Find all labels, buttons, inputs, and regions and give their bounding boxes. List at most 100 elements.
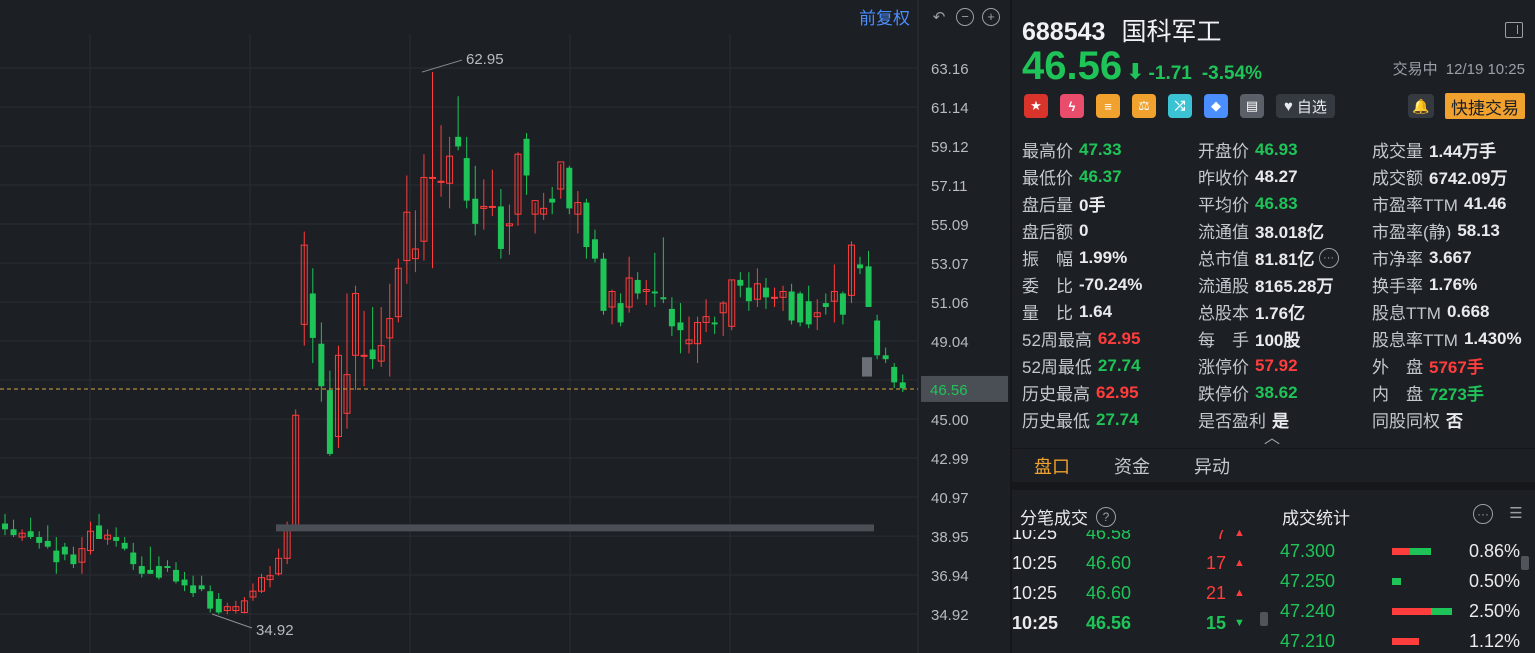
price-change: -1.71 xyxy=(1148,63,1192,84)
y-axis-label: 36.94 xyxy=(931,568,969,585)
tab-1[interactable]: 资金 xyxy=(1114,449,1150,482)
direction-icon: ▼ xyxy=(1234,617,1245,629)
zoom-in-icon[interactable]: + xyxy=(982,7,1000,26)
panel-collapse-icon[interactable] xyxy=(1505,22,1523,38)
stock-name: 国科军工 xyxy=(1121,18,1222,46)
stat-label: 每 手 xyxy=(1198,331,1249,350)
stat-value: 0.668 xyxy=(1446,301,1490,321)
stat-item: 流通股 8165.28万 xyxy=(1198,271,1372,298)
stat-item: 历史最低 27.74 xyxy=(1022,406,1198,433)
vol-stats-list[interactable]: 47.300 0.86% 47.250 0.50% 47.240 2.50% 47.210 1… xyxy=(1280,536,1526,653)
help-icon[interactable]: ? xyxy=(1096,506,1116,527)
ticks-title: 分笔成交 xyxy=(1020,509,1088,528)
tab-2[interactable]: 异动 xyxy=(1194,449,1230,482)
kline-chart[interactable]: 63.16 61.14 59.12 57.11 55.09 53.07 51.06 49.04… xyxy=(0,0,1008,653)
stock-code: 688543 xyxy=(1022,18,1106,46)
candle-body xyxy=(455,136,462,147)
candle-body xyxy=(173,569,179,582)
candle-body xyxy=(660,297,667,300)
database-icon[interactable]: ≡ xyxy=(1096,94,1120,118)
stat-item: 涨停价 57.92 xyxy=(1198,352,1372,379)
stat-value: 81.81亿 xyxy=(1255,250,1315,269)
tick-row: 10:25 46.56 15 ▼ xyxy=(1012,608,1252,638)
vol-stat-pct: 0.86% xyxy=(1468,540,1520,561)
stat-item: 历史最高 62.95 xyxy=(1022,379,1198,406)
add-watchlist-button[interactable]: ♥ 自选 xyxy=(1276,94,1335,118)
stat-value: -70.24% xyxy=(1079,274,1143,294)
candle-body xyxy=(138,566,145,574)
list-icon[interactable]: ☰ xyxy=(1507,504,1525,522)
tick-list[interactable]: 10:25 46.58 7 ▲ 10:25 46.60 17 ▲ 10:25 46.60 21 ▲ 10… xyxy=(1012,530,1272,653)
y-axis-label: 55.09 xyxy=(931,217,969,234)
candle-body xyxy=(745,287,752,302)
stat-label: 股息率TTM xyxy=(1372,331,1458,350)
stat-label: 总市值 xyxy=(1198,250,1249,269)
y-axis-label: 45.00 xyxy=(931,412,969,429)
candle-body xyxy=(70,554,77,565)
y-axis-label: 38.95 xyxy=(931,529,969,546)
vol-stat-price: 47.210 xyxy=(1280,630,1336,651)
ticks-header: 分笔成交 ? xyxy=(1020,504,1116,529)
stat-item: 市盈率TTM 41.46 xyxy=(1372,190,1532,217)
bell-icon[interactable]: 🔔 xyxy=(1408,94,1434,118)
candle-body xyxy=(617,303,624,323)
stat-label: 流通值 xyxy=(1198,223,1249,242)
stat-value: 62.95 xyxy=(1097,328,1141,348)
trading-status: 交易中 12/19 10:25 xyxy=(1389,58,1525,79)
china-flag-icon[interactable]: ★ xyxy=(1024,94,1048,118)
chart-toolbar: 前复权 ↶ − + xyxy=(859,4,1000,29)
document-icon[interactable]: ▤ xyxy=(1240,94,1264,118)
stock-header: 688543 国科军工 xyxy=(1022,12,1221,48)
stat-item: 是否盈利是 xyxy=(1198,406,1372,433)
price-row: 46.56 ⬇ -1.71 -3.54% xyxy=(1022,44,1262,89)
stat-label: 52周最高 xyxy=(1022,331,1092,350)
kline-chart-panel[interactable]: 63.16 61.14 59.12 57.11 55.09 53.07 51.06 49.04… xyxy=(0,0,1008,653)
more-icon[interactable]: ··· xyxy=(1473,504,1493,524)
shuffle-icon[interactable]: ⤮ xyxy=(1168,94,1192,118)
candle-body xyxy=(429,176,436,179)
vol-stat-row: 47.300 0.86% xyxy=(1280,536,1520,566)
candle-body xyxy=(369,349,376,360)
stat-label: 市净率 xyxy=(1372,250,1423,269)
y-axis-label: 40.97 xyxy=(931,490,969,507)
stat-item: 振 幅 1.99% xyxy=(1022,244,1198,271)
stat-label: 量 比 xyxy=(1022,304,1073,323)
stat-item: 成交额 6742.09万 xyxy=(1372,163,1532,190)
stat-item: 成交量 1.44万手 xyxy=(1372,136,1532,163)
candle-body xyxy=(10,529,17,536)
stat-item: 52周最高 62.95 xyxy=(1022,325,1198,352)
stat-label: 跌停价 xyxy=(1198,385,1249,404)
stat-item: 盘后额 0 xyxy=(1022,217,1198,244)
stat-value: 否 xyxy=(1446,412,1463,431)
stat-item: 外 盘 5767手 xyxy=(1372,352,1532,379)
tag-icon[interactable]: ◆ xyxy=(1204,94,1228,118)
undo-icon[interactable]: ↶ xyxy=(930,8,948,26)
ticks-scrollbar[interactable] xyxy=(1260,612,1268,626)
low-annotation: 34.92 xyxy=(256,622,294,639)
stat-item: 昨收价 48.27 xyxy=(1198,163,1372,190)
balance-icon[interactable]: ⚖ xyxy=(1132,94,1156,118)
more-icon[interactable]: ··· xyxy=(1318,247,1339,268)
lightning-icon[interactable]: ϟ xyxy=(1060,94,1084,118)
vol-stats-scrollbar[interactable] xyxy=(1521,556,1529,570)
quote-panel: 688543 国科军工 46.56 ⬇ -1.71 -3.54% 交易中 12/… xyxy=(1010,0,1535,653)
stat-value: 8165.28万 xyxy=(1255,277,1334,296)
y-axis-label: 59.12 xyxy=(931,139,969,156)
stat-label: 最高价 xyxy=(1022,142,1073,161)
zoom-out-icon[interactable]: − xyxy=(956,7,974,26)
candle-body xyxy=(865,266,872,307)
tick-time: 10:25 xyxy=(1012,530,1058,543)
quick-trade-button[interactable]: 快捷交易 xyxy=(1445,93,1525,119)
tick-volume: 21 xyxy=(1205,582,1226,603)
candle-body xyxy=(762,287,769,298)
tick-time: 10:25 xyxy=(1012,552,1058,573)
tab-0[interactable]: 盘口 xyxy=(1034,449,1070,482)
stat-item: 平均价 46.83 xyxy=(1198,190,1372,217)
chevron-up-icon[interactable]: ︿ xyxy=(1264,424,1280,448)
current-price-label: 46.56 xyxy=(930,382,968,399)
price-adjust-toggle[interactable]: 前复权 xyxy=(859,4,910,29)
stat-label: 同股同权 xyxy=(1372,412,1440,431)
stat-value: 1.430% xyxy=(1463,328,1522,348)
candle-body xyxy=(121,542,128,549)
detail-tabs: 盘口 资金 异动 xyxy=(1012,448,1535,490)
